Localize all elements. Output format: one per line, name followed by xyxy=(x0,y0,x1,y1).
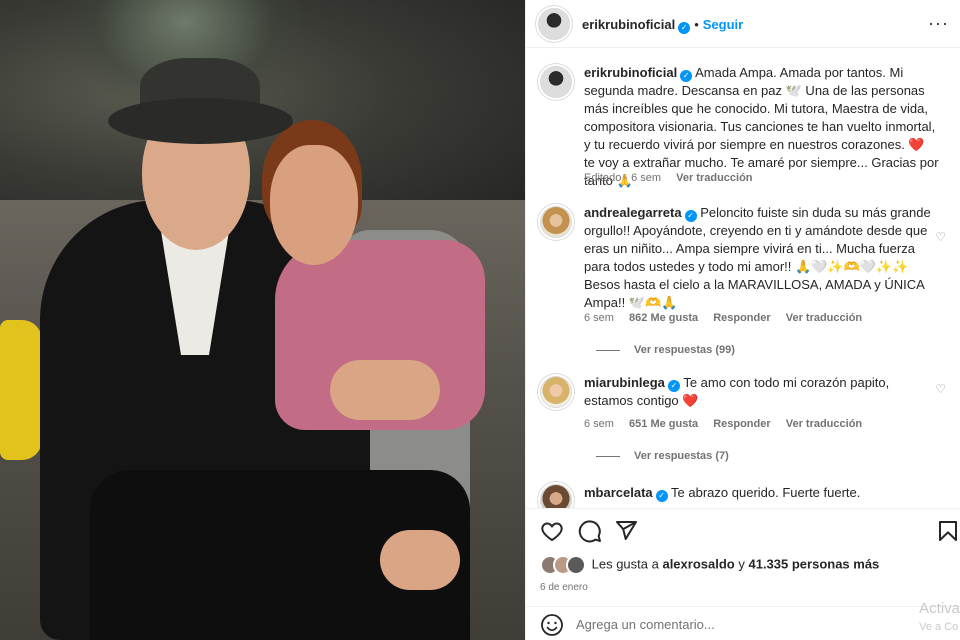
comment-avatar[interactable] xyxy=(540,376,572,408)
liker-avatars[interactable] xyxy=(540,555,588,575)
post-header: erikrubinoficial ✓ • Seguir ··· xyxy=(526,0,960,48)
follow-button[interactable]: Seguir xyxy=(703,17,743,32)
verified-badge-icon: ✓ xyxy=(667,380,680,392)
view-replies-button[interactable]: Ver respuestas (7) xyxy=(596,450,729,462)
comment-time: 6 sem xyxy=(584,418,614,430)
post-side-panel: erikrubinoficial ✓ • Seguir ··· erikrubinof… xyxy=(525,0,960,640)
post-date[interactable]: 6 de enero xyxy=(540,582,588,593)
add-comment-bar xyxy=(526,606,960,640)
comment-bubble-icon[interactable] xyxy=(578,519,602,543)
reply-button[interactable]: Responder xyxy=(713,312,770,324)
comment-avatar[interactable] xyxy=(540,484,572,508)
caption-translate-link[interactable]: Ver traducción xyxy=(676,172,752,184)
comment-username[interactable]: mbarcelata xyxy=(584,485,653,500)
verified-badge-icon: ✓ xyxy=(655,490,668,502)
watermark-line-1: Activa xyxy=(919,600,960,617)
reply-button[interactable]: Responder xyxy=(713,418,770,430)
comment-likes[interactable]: 862 Me gusta xyxy=(629,312,698,324)
photo-hands xyxy=(330,360,440,420)
comment-text-block: mbarcelata ✓ Te abrazo querido. Fuerte fu… xyxy=(584,484,939,502)
photo-hat-brim xyxy=(108,98,293,144)
translate-link[interactable]: Ver traducción xyxy=(786,312,862,324)
translate-link[interactable]: Ver traducción xyxy=(786,418,862,430)
caption-meta: Editado · 6 sem Ver traducción xyxy=(584,172,765,184)
comment-like-icon[interactable]: ♡ xyxy=(935,230,946,244)
add-comment-input[interactable] xyxy=(576,613,876,635)
view-replies-button[interactable]: Ver respuestas (99) xyxy=(596,344,735,356)
photo-woman-face xyxy=(270,145,358,265)
comments-list[interactable]: erikrubinoficial ✓ Amada Ampa. Amada por … xyxy=(526,48,960,508)
header-line: erikrubinoficial ✓ • Seguir xyxy=(582,16,743,34)
verified-badge-icon: ✓ xyxy=(684,210,697,222)
share-paper-plane-icon[interactable] xyxy=(614,519,638,543)
caption-username[interactable]: erikrubinoficial xyxy=(584,65,677,80)
comment-username[interactable]: andrealegarreta xyxy=(584,205,682,220)
likes-summary: Les gusta a alexrosaldo y 41.335 persona… xyxy=(540,555,879,575)
caption-edited: Editado · 6 sem xyxy=(584,172,662,184)
comment-text-block: andrealegarreta ✓ Peloncito fuiste sin du… xyxy=(584,204,939,312)
likes-user[interactable]: alexrosaldo xyxy=(662,556,734,571)
save-bookmark-icon[interactable] xyxy=(936,519,960,543)
action-bar xyxy=(526,508,960,548)
comment-username[interactable]: miarubinlega xyxy=(584,375,665,390)
author-avatar[interactable] xyxy=(538,8,570,40)
author-username[interactable]: erikrubinoficial xyxy=(582,17,675,32)
emoji-smiley-icon[interactable] xyxy=(540,613,564,637)
verified-badge-icon: ✓ xyxy=(678,22,691,34)
windows-activation-watermark: Activa Ve a Co xyxy=(919,600,960,636)
comment-item: andrealegarreta ✓ Peloncito fuiste sin du… xyxy=(538,204,950,364)
comment-likes[interactable]: 651 Me gusta xyxy=(629,418,698,430)
comment-like-icon[interactable]: ♡ xyxy=(935,382,946,396)
comment-text-block: miarubinlega ✓ Te amo con todo mi corazón… xyxy=(584,374,939,410)
post-photo[interactable] xyxy=(0,0,525,640)
dot-separator: • xyxy=(694,17,699,32)
liker-avatar xyxy=(566,555,586,575)
comment-item: miarubinlega ✓ Te amo con todo mi corazón… xyxy=(538,374,950,474)
comment-meta: 6 sem 862 Me gusta Responder Ver traducc… xyxy=(584,312,874,324)
photo-hand xyxy=(380,530,460,590)
comment-meta: 6 sem 651 Me gusta Responder Ver traducc… xyxy=(584,418,874,430)
comment-item: mbarcelata ✓ Te abrazo querido. Fuerte fu… xyxy=(538,482,950,508)
likes-middle: y xyxy=(738,556,745,572)
more-options-icon[interactable]: ··· xyxy=(928,14,949,32)
caption-text: Amada Ampa. Amada por tantos. Mi segunda… xyxy=(584,65,939,188)
comment-time: 6 sem xyxy=(584,312,614,324)
watermark-line-2: Ve a Co xyxy=(919,621,959,633)
comment-text: Te abrazo querido. Fuerte fuerte. xyxy=(671,485,861,500)
verified-badge-icon: ✓ xyxy=(680,70,693,82)
likes-count[interactable]: 41.335 personas más xyxy=(748,556,879,571)
caption: erikrubinoficial ✓ Amada Ampa. Amada por … xyxy=(538,64,950,194)
caption-avatar[interactable] xyxy=(540,66,572,98)
photo-yellow-bag xyxy=(0,320,42,460)
likes-prefix: Les gusta a xyxy=(591,556,659,572)
comment-text: Peloncito fuiste sin duda su más grande … xyxy=(584,205,931,310)
like-heart-icon[interactable] xyxy=(540,519,564,543)
comment-avatar[interactable] xyxy=(540,206,572,238)
